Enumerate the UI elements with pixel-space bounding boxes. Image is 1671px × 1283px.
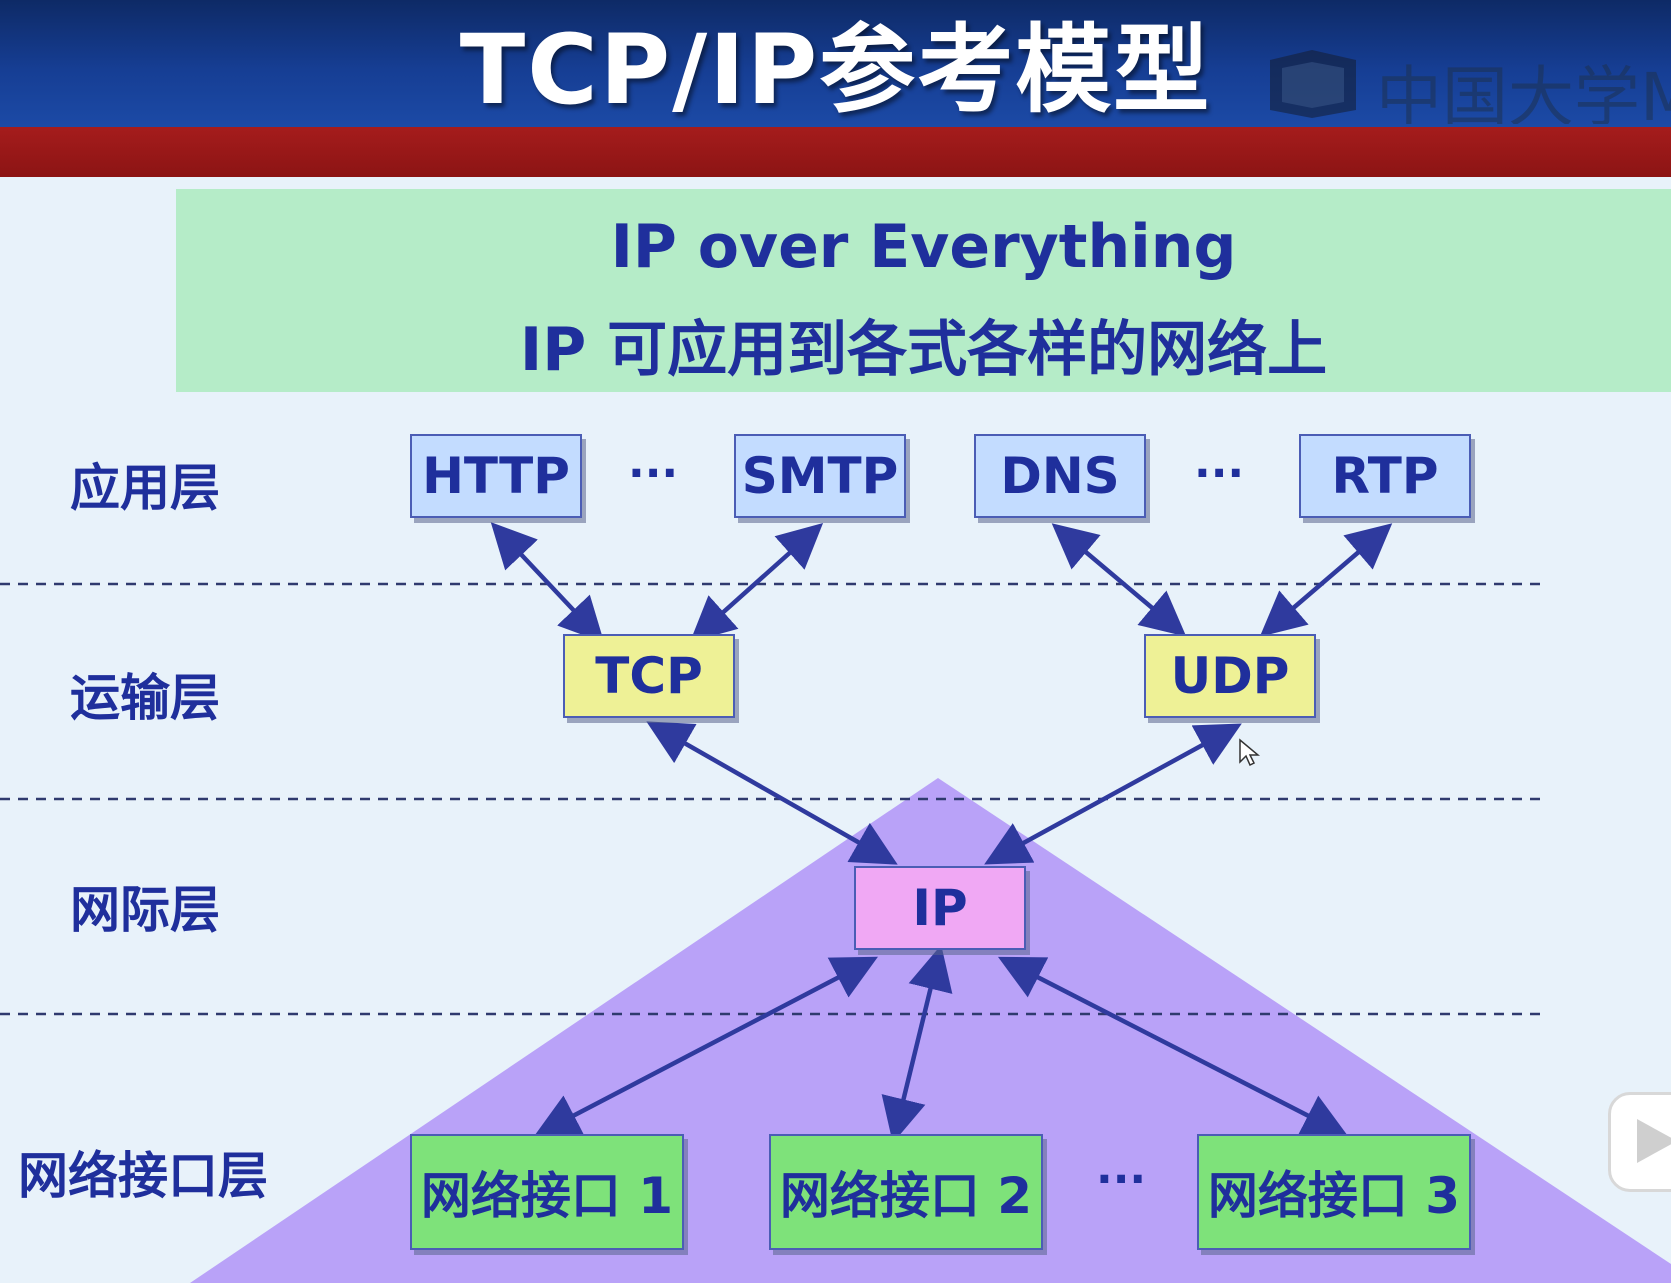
protocol-udp: UDP [1144, 634, 1316, 718]
layer-label-application: 应用层 [70, 459, 220, 517]
tcpip-diagram [0, 522, 1671, 1283]
protocol-tcp: TCP [563, 634, 735, 718]
protocol-ip: IP [854, 866, 1026, 950]
protocol-rtp: RTP [1299, 434, 1471, 518]
ellipsis-network: ··· [1096, 1154, 1147, 1205]
layer-label-network-interface: 网络接口层 [18, 1147, 268, 1205]
layer-label-internet: 网际层 [70, 881, 220, 939]
protocol-dns: DNS [974, 434, 1146, 518]
arrow-udp-ip [984, 723, 1242, 865]
network-interface-1: 网络接口 1 [410, 1134, 684, 1250]
arrow-rtp-udp [1259, 523, 1393, 637]
mouse-cursor-icon [1239, 738, 1260, 767]
protocol-smtp: SMTP [734, 434, 906, 518]
play-triangle-icon [1637, 1119, 1671, 1163]
ellipsis-application-1: ··· [628, 448, 679, 499]
arrow-tcp-ip [646, 721, 898, 865]
network-interface-3: 网络接口 3 [1197, 1134, 1471, 1250]
network-interface-2: 网络接口 2 [769, 1134, 1043, 1250]
layer-label-transport: 运输层 [70, 669, 220, 727]
ellipsis-application-2: ··· [1194, 448, 1245, 499]
play-button-icon[interactable] [1608, 1092, 1671, 1192]
arrow-http-tcp [490, 522, 605, 643]
arrow-smtp-tcp [689, 523, 824, 642]
protocol-http: HTTP [410, 434, 582, 518]
arrow-dns-udp [1051, 523, 1187, 637]
